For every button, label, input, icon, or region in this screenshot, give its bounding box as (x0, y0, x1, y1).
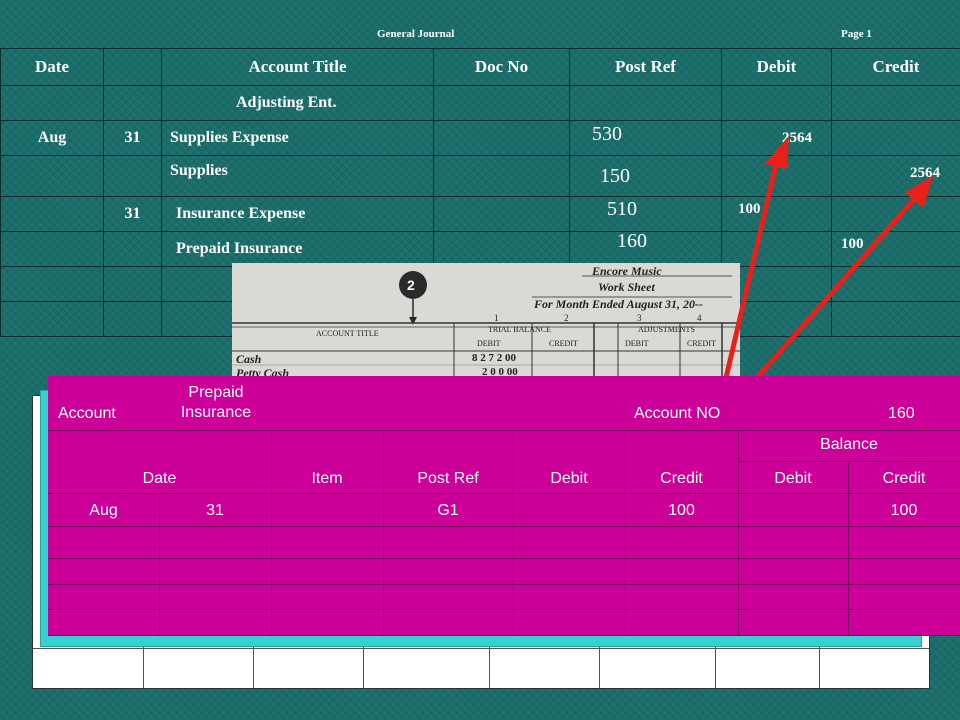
worksheet-col-num: 2 (564, 313, 569, 323)
credit-prepaid-insurance: 100 (841, 236, 864, 252)
post-ref-supplies-expense: 530 (592, 123, 622, 145)
ledger-row-balance-credit: 100 (890, 502, 918, 519)
worksheet-credit: CREDIT (549, 339, 578, 348)
ledger-row-credit: 100 (668, 502, 695, 519)
worksheet-name: Work Sheet (598, 280, 655, 294)
debit-supplies-expense: 2564 (782, 130, 812, 146)
header-account-title: Account Title (161, 48, 434, 86)
ledger-account-no-label: Account NO (634, 405, 721, 422)
credit-supplies: 2564 (910, 165, 940, 181)
header-day (103, 48, 162, 86)
post-ref-prepaid-insurance: 160 (617, 230, 647, 252)
post-ref-supplies: 150 (600, 165, 630, 187)
ledger-header-credit: Credit (660, 470, 703, 487)
ledger-header-date: Date (142, 470, 177, 487)
header-credit: Credit (831, 48, 960, 86)
journal-row-title: Supplies Expense (161, 120, 434, 156)
table-row: 31 Insurance Expense (0, 196, 960, 232)
worksheet-period: For Month Ended August 31, 20-- (534, 297, 703, 311)
worksheet-image: 2 Encore Music Work Sheet For Month Ende… (232, 263, 740, 378)
ledger-balance-header: Balance (820, 436, 878, 453)
worksheet-adjustments: ADJUSTMENTS (638, 325, 695, 334)
table-row: Adjusting Ent. (0, 85, 960, 121)
worksheet-trial-balance: TRIAL BALANCE (488, 325, 552, 334)
ledger-header-item: Item (311, 470, 343, 487)
worksheet-amount-cash: 8 2 7 2 00 (472, 352, 516, 364)
journal-row-month: Aug (0, 120, 104, 156)
ledger-account-no: 160 (888, 405, 915, 422)
ledger-row-day: 31 (206, 502, 224, 519)
ledger-header-debit: Debit (550, 470, 588, 487)
table-row: Aug 31 Supplies Expense (0, 120, 960, 156)
ledger-account-label: Account (58, 405, 116, 422)
worksheet-debit: DEBIT (477, 339, 501, 348)
post-ref-insurance-expense: 510 (607, 198, 637, 220)
worksheet-company: Encore Music (592, 264, 662, 278)
worksheet-adj-debit: DEBIT (625, 339, 649, 348)
journal-row-day: 31 (103, 196, 162, 232)
worksheet-adj-credit: CREDIT (687, 339, 716, 348)
ledger-header-balance-credit: Credit (882, 470, 926, 487)
ledger-header-post-ref: Post Ref (417, 470, 479, 487)
worksheet-col-num: 3 (637, 313, 642, 323)
header-debit: Debit (721, 48, 832, 86)
journal-title: General Journal (377, 28, 455, 40)
journal-header-row: Date Account Title Doc No Post Ref Debit… (0, 48, 960, 86)
worksheet-col-num: 1 (494, 313, 499, 323)
worksheet-col-num: 4 (697, 313, 702, 323)
journal-row-title: Insurance Expense (161, 196, 434, 232)
table-row: Supplies (0, 155, 960, 197)
journal-page: Page 1 (841, 28, 872, 40)
table-row: Prepaid Insurance (0, 231, 960, 267)
journal-row-title: Supplies (161, 155, 434, 197)
header-post-ref: Post Ref (569, 48, 722, 86)
worksheet-account-cash: Cash (236, 352, 262, 366)
worksheet-step-badge: 2 (407, 277, 415, 293)
ledger-row-month: Aug (89, 502, 118, 519)
worksheet-account-title: ACCOUNT TITLE (316, 329, 379, 338)
ledger-header-balance-debit: Debit (774, 470, 812, 487)
journal-row-title: Adjusting Ent. (161, 85, 434, 121)
prepaid-insurance-ledger: Account Prepaid Insurance Account NO 160… (48, 376, 960, 636)
header-doc-no: Doc No (433, 48, 570, 86)
journal-row-day: 31 (103, 120, 162, 156)
ledger-row-post-ref: G1 (437, 502, 459, 519)
header-date: Date (0, 48, 104, 86)
journal-row-title: Prepaid Insurance (161, 231, 434, 267)
ledger-account-name: Prepaid Insurance (180, 384, 252, 421)
debit-insurance-expense: 100 (738, 201, 761, 217)
